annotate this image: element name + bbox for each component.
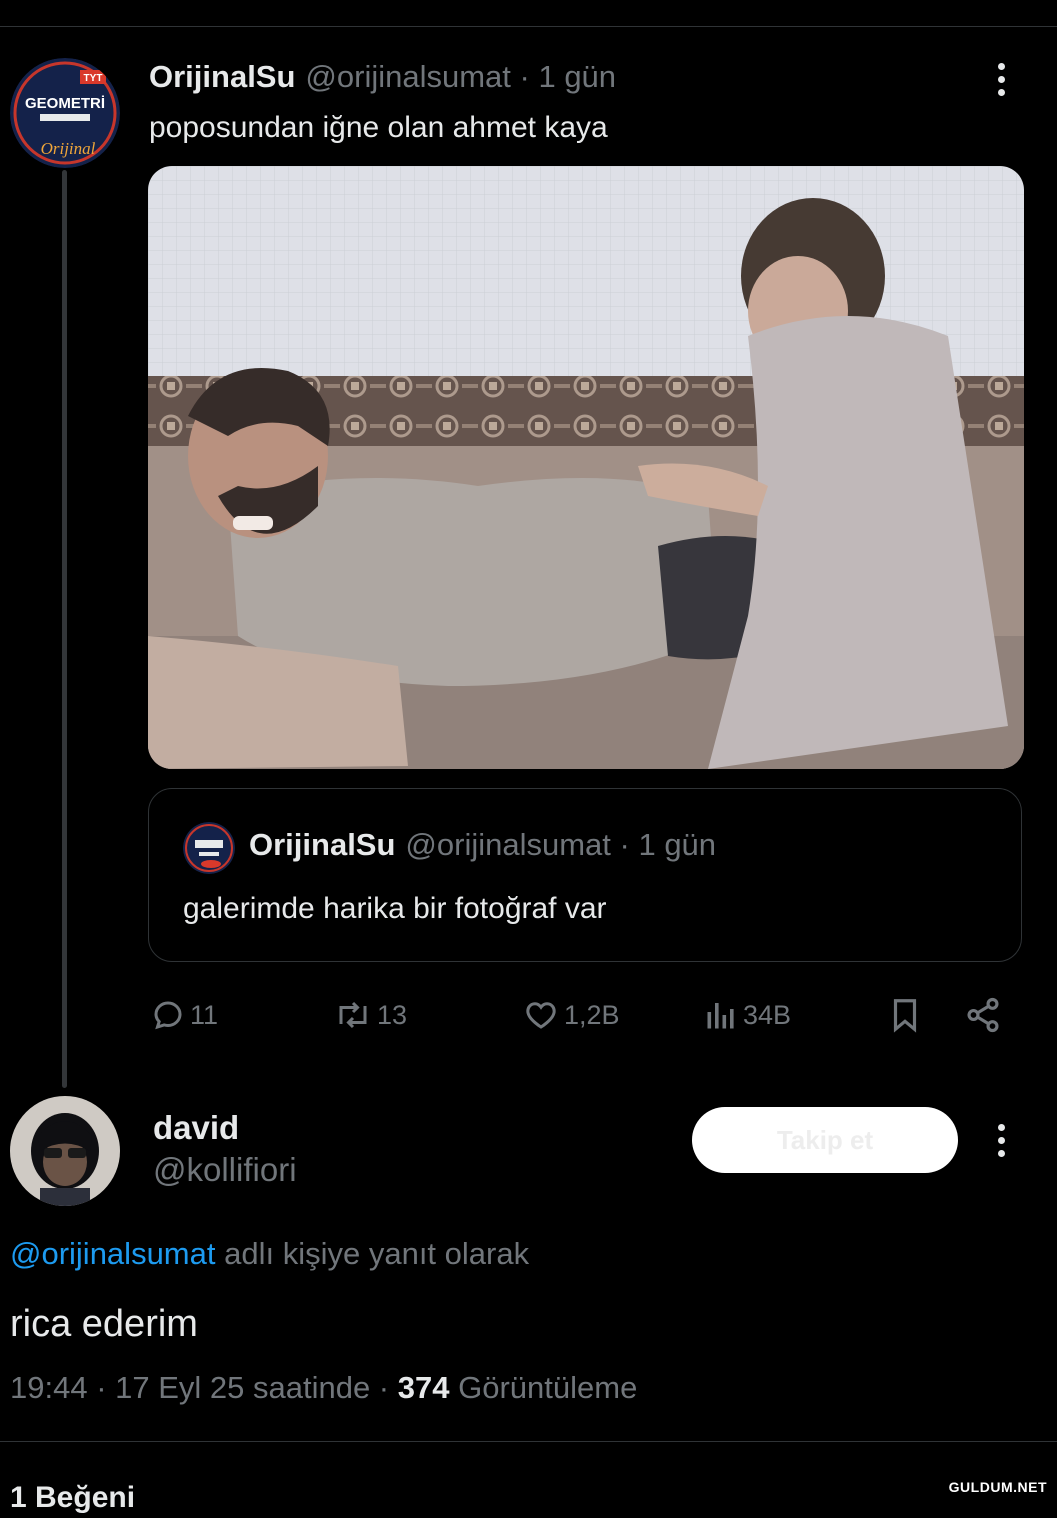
analytics-icon — [707, 1003, 734, 1029]
reply-more-options-icon[interactable] — [995, 1124, 1007, 1163]
likes-summary-text: 1 Beğeni — [10, 1481, 136, 1514]
views-button[interactable]: 34B — [703, 990, 791, 1040]
reply-display-name[interactable]: david — [153, 1106, 239, 1150]
more-options-icon[interactable] — [995, 63, 1007, 102]
likes-summary[interactable]: 1 Beğeni — [10, 1478, 135, 1518]
bottom-divider — [0, 1441, 1057, 1442]
david-avatar[interactable] — [10, 1096, 120, 1206]
bookmark-icon — [893, 999, 917, 1033]
avatar-badge-text: TYT — [84, 73, 103, 84]
repost-icon — [339, 1001, 367, 1029]
reply-views-label: Görüntüleme — [458, 1370, 638, 1405]
orijinalsu-avatar[interactable]: TYT GEOMETRİ Orijinal — [10, 58, 120, 168]
bookmark-button[interactable] — [886, 990, 924, 1040]
avatar-script-text: Orijinal — [41, 139, 96, 158]
top-divider — [0, 26, 1057, 27]
quoted-avatar[interactable] — [183, 822, 235, 874]
reply-handle[interactable]: @kollifiori — [153, 1148, 297, 1192]
like-button[interactable]: 1,2B — [522, 990, 620, 1040]
heart-icon — [526, 1002, 556, 1029]
post-text: poposundan iğne olan ahmet kaya — [149, 111, 608, 144]
reply-views-count: 374 — [397, 1370, 450, 1405]
quoted-handle[interactable]: @orijinalsumat — [405, 827, 610, 862]
thread-line — [62, 170, 67, 1088]
reply-meta: 19:44 · 17 Eyl 25 saatinde · 374 Görüntü… — [10, 1366, 637, 1410]
repost-count: 13 — [377, 999, 408, 1030]
post-time[interactable]: · 1 gün — [520, 59, 617, 94]
quoted-time[interactable]: · 1 gün — [620, 827, 717, 862]
avatar-logo-text: GEOMETRİ — [25, 95, 105, 112]
reply-text: rica ederim — [10, 1303, 198, 1345]
follow-button[interactable]: Takip et — [692, 1107, 958, 1173]
replying-to-link[interactable]: @orijinalsumat — [10, 1236, 215, 1271]
quoted-text: galerimde harika bir fotoğraf var — [183, 892, 607, 925]
reply-icon — [154, 1001, 182, 1030]
post-handle[interactable]: @orijinalsumat — [305, 59, 510, 94]
reply-button[interactable]: 11 — [150, 990, 218, 1040]
share-icon — [967, 997, 999, 1033]
share-button[interactable] — [964, 990, 1002, 1040]
replying-to-suffix: adlı kişiye yanıt olarak — [224, 1236, 530, 1271]
post-header: OrijinalSu @orijinalsumat · 1 gün — [149, 58, 616, 96]
quoted-header: OrijinalSu @orijinalsumat · 1 gün — [249, 825, 716, 865]
post-photo[interactable] — [148, 166, 1024, 769]
reply-timestamp[interactable]: 19:44 · 17 Eyl 25 saatinde · — [10, 1370, 389, 1405]
repost-button[interactable]: 13 — [333, 990, 407, 1040]
quoted-post[interactable]: OrijinalSu @orijinalsumat · 1 gün galerim… — [148, 788, 1022, 962]
views-count: 34B — [743, 999, 792, 1030]
like-count: 1,2B — [564, 999, 620, 1030]
post-display-name[interactable]: OrijinalSu — [149, 59, 295, 94]
reply-count: 11 — [190, 999, 219, 1030]
watermark: GULDUM.NET — [948, 1479, 1047, 1495]
replying-to: @orijinalsumat adlı kişiye yanıt olarak — [10, 1232, 529, 1276]
quoted-display-name[interactable]: OrijinalSu — [249, 827, 395, 862]
